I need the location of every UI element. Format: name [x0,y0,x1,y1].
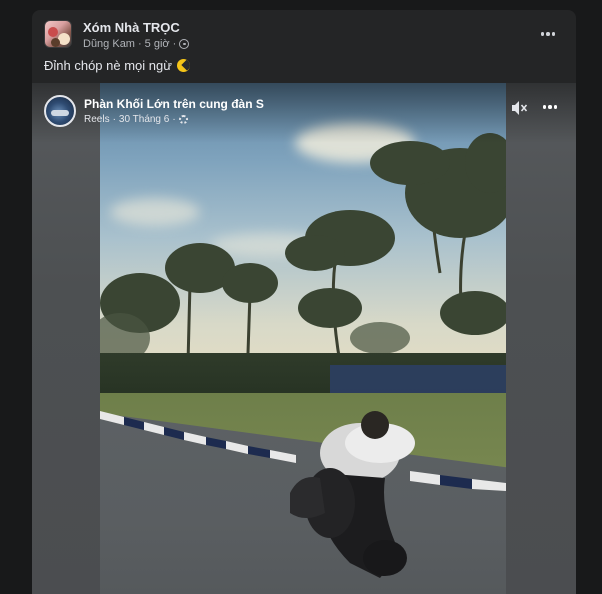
meta-separator: · [172,114,176,125]
reel-video[interactable] [100,83,506,594]
reel-source[interactable]: Reels [84,114,110,125]
author-name[interactable]: Dũng Kam [83,38,135,50]
more-horizontal-icon [540,32,556,36]
post-caption: Đỉnh chóp nè mọi ngừ [44,58,190,73]
group-name[interactable]: Xóm Nhà TRỌC [83,20,180,35]
more-horizontal-icon [542,105,558,109]
mute-button[interactable] [508,97,530,119]
reel-backdrop-right [506,83,576,594]
reel-page-avatar[interactable] [44,95,76,127]
meta-separator: · [112,114,116,125]
reel-meta: Reels · 30 Tháng 6 · [84,114,188,125]
post-more-button[interactable] [536,24,560,44]
post-time[interactable]: 5 giờ [145,38,170,50]
post-card: Xóm Nhà TRỌC Dũng Kam · 5 giờ · Đỉnh chó… [32,10,576,594]
gear-icon[interactable] [178,115,188,124]
reel-title[interactable]: Phàn Khối Lớn trên cung đàn S [84,97,264,111]
post-header: Xóm Nhà TRỌC Dũng Kam · 5 giờ · [32,10,576,60]
reel-backdrop-left [32,83,100,594]
pacman-emoji-icon [176,59,190,72]
reel-more-button[interactable] [538,97,562,117]
reel-header-overlay [32,83,576,143]
globe-icon[interactable] [179,39,190,49]
caption-text: Đỉnh chóp nè mọi ngừ [44,58,172,73]
group-avatar[interactable] [44,20,72,48]
video-rider [290,411,415,578]
post-meta: Dũng Kam · 5 giờ · [83,38,190,50]
reel-embed[interactable]: Phàn Khối Lớn trên cung đàn S Reels · 30… [32,83,576,594]
volume-muted-icon [512,101,528,115]
meta-separator: · [137,38,142,50]
reel-date[interactable]: 30 Tháng 6 [119,114,169,125]
meta-separator: · [172,38,177,50]
